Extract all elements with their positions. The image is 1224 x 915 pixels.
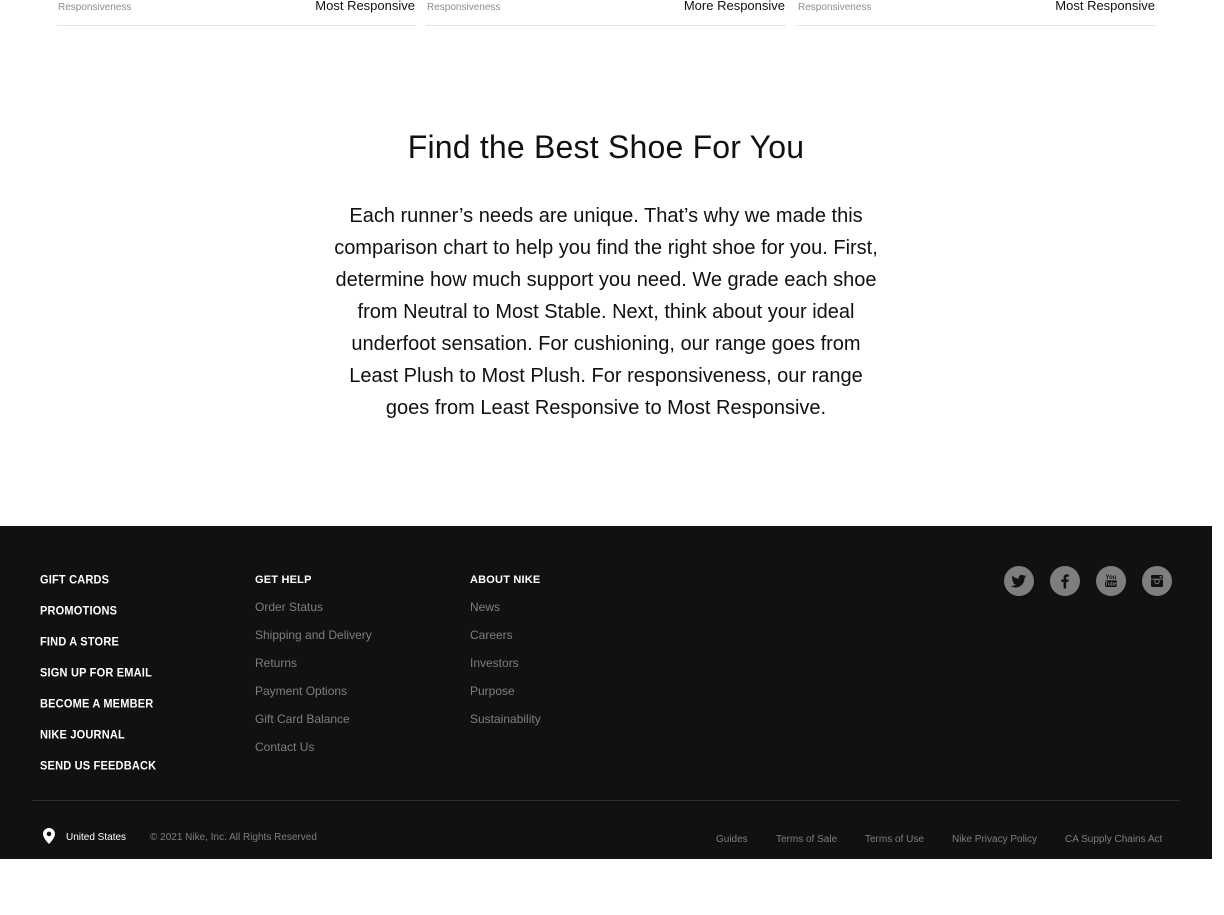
footer-link-find-a-store[interactable]: Find a Store (40, 637, 156, 670)
footer-link-careers[interactable]: Careers (470, 629, 541, 642)
responsiveness-value: More Responsive (683, 0, 785, 13)
footer-link-gift-card-balance[interactable]: Gift Card Balance (255, 713, 372, 726)
facebook-icon[interactable] (1050, 566, 1080, 596)
footer-bottom-bar: United States © 2021 Nike, Inc. All Righ… (0, 827, 1212, 847)
responsiveness-label: Responsiveness (58, 2, 132, 13)
legal-link-privacy-policy[interactable]: Nike Privacy Policy (952, 834, 1037, 845)
footer-link-order-status[interactable]: Order Status (255, 601, 372, 614)
footer-about-nike: About Nike News Careers Investors Purpos… (470, 574, 541, 741)
footer-link-become-member[interactable]: Become a Member (40, 699, 156, 732)
footer-link-investors[interactable]: Investors (470, 657, 541, 670)
responsiveness-label: Responsiveness (427, 2, 501, 13)
social-links: You Tube (1004, 566, 1172, 596)
twitter-icon[interactable] (1004, 566, 1034, 596)
footer-primary-links: Gift Cards Promotions Find a Store Sign … (40, 575, 156, 794)
get-help-heading[interactable]: Get Help (255, 574, 372, 586)
comparison-strip: Responsiveness Most Responsive Responsiv… (0, 0, 1224, 30)
footer-link-send-feedback[interactable]: Send Us Feedback (40, 761, 156, 794)
footer-link-purpose[interactable]: Purpose (470, 685, 541, 698)
location-selector[interactable]: United States (66, 832, 126, 843)
location-pin-icon[interactable] (43, 828, 55, 844)
footer-link-payment-options[interactable]: Payment Options (255, 685, 372, 698)
footer-link-shipping[interactable]: Shipping and Delivery (255, 629, 372, 642)
responsiveness-value: Most Responsive (315, 0, 415, 13)
legal-link-terms-of-sale[interactable]: Terms of Sale (776, 834, 837, 845)
copyright-text: © 2021 Nike, Inc. All Rights Reserved (150, 832, 317, 843)
footer-link-nike-journal[interactable]: Nike Journal (40, 730, 156, 763)
youtube-icon[interactable]: You Tube (1096, 566, 1126, 596)
svg-text:Tube: Tube (1105, 582, 1117, 588)
site-footer: Gift Cards Promotions Find a Store Sign … (0, 526, 1212, 859)
footer-get-help: Get Help Order Status Shipping and Deliv… (255, 574, 372, 769)
footer-link-sign-up-email[interactable]: Sign Up for Email (40, 668, 156, 701)
footer-divider (32, 800, 1180, 801)
comparison-column: Responsiveness More Responsive (426, 0, 786, 26)
legal-link-terms-of-use[interactable]: Terms of Use (865, 834, 924, 845)
responsiveness-label: Responsiveness (798, 2, 872, 13)
footer-link-contact-us[interactable]: Contact Us (255, 741, 372, 754)
legal-link-guides[interactable]: Guides (716, 834, 748, 845)
footer-link-promotions[interactable]: Promotions (40, 606, 156, 639)
footer-link-sustainability[interactable]: Sustainability (470, 713, 541, 726)
responsiveness-value: Most Responsive (1055, 0, 1155, 13)
legal-link-ca-supply-chains[interactable]: CA Supply Chains Act (1065, 834, 1162, 845)
comparison-column: Responsiveness Most Responsive (797, 0, 1156, 26)
footer-link-gift-cards[interactable]: Gift Cards (40, 575, 156, 608)
footer-link-news[interactable]: News (470, 601, 541, 614)
intro-section: Find the Best Shoe For You Each runner’s… (0, 127, 1212, 424)
svg-text:You: You (1106, 575, 1117, 581)
intro-body: Each runner’s needs are unique. That’s w… (334, 205, 878, 419)
footer-link-returns[interactable]: Returns (255, 657, 372, 670)
intro-title: Find the Best Shoe For You (407, 129, 805, 165)
comparison-column: Responsiveness Most Responsive (57, 0, 416, 26)
about-nike-heading[interactable]: About Nike (470, 574, 541, 586)
instagram-icon[interactable] (1142, 566, 1172, 596)
